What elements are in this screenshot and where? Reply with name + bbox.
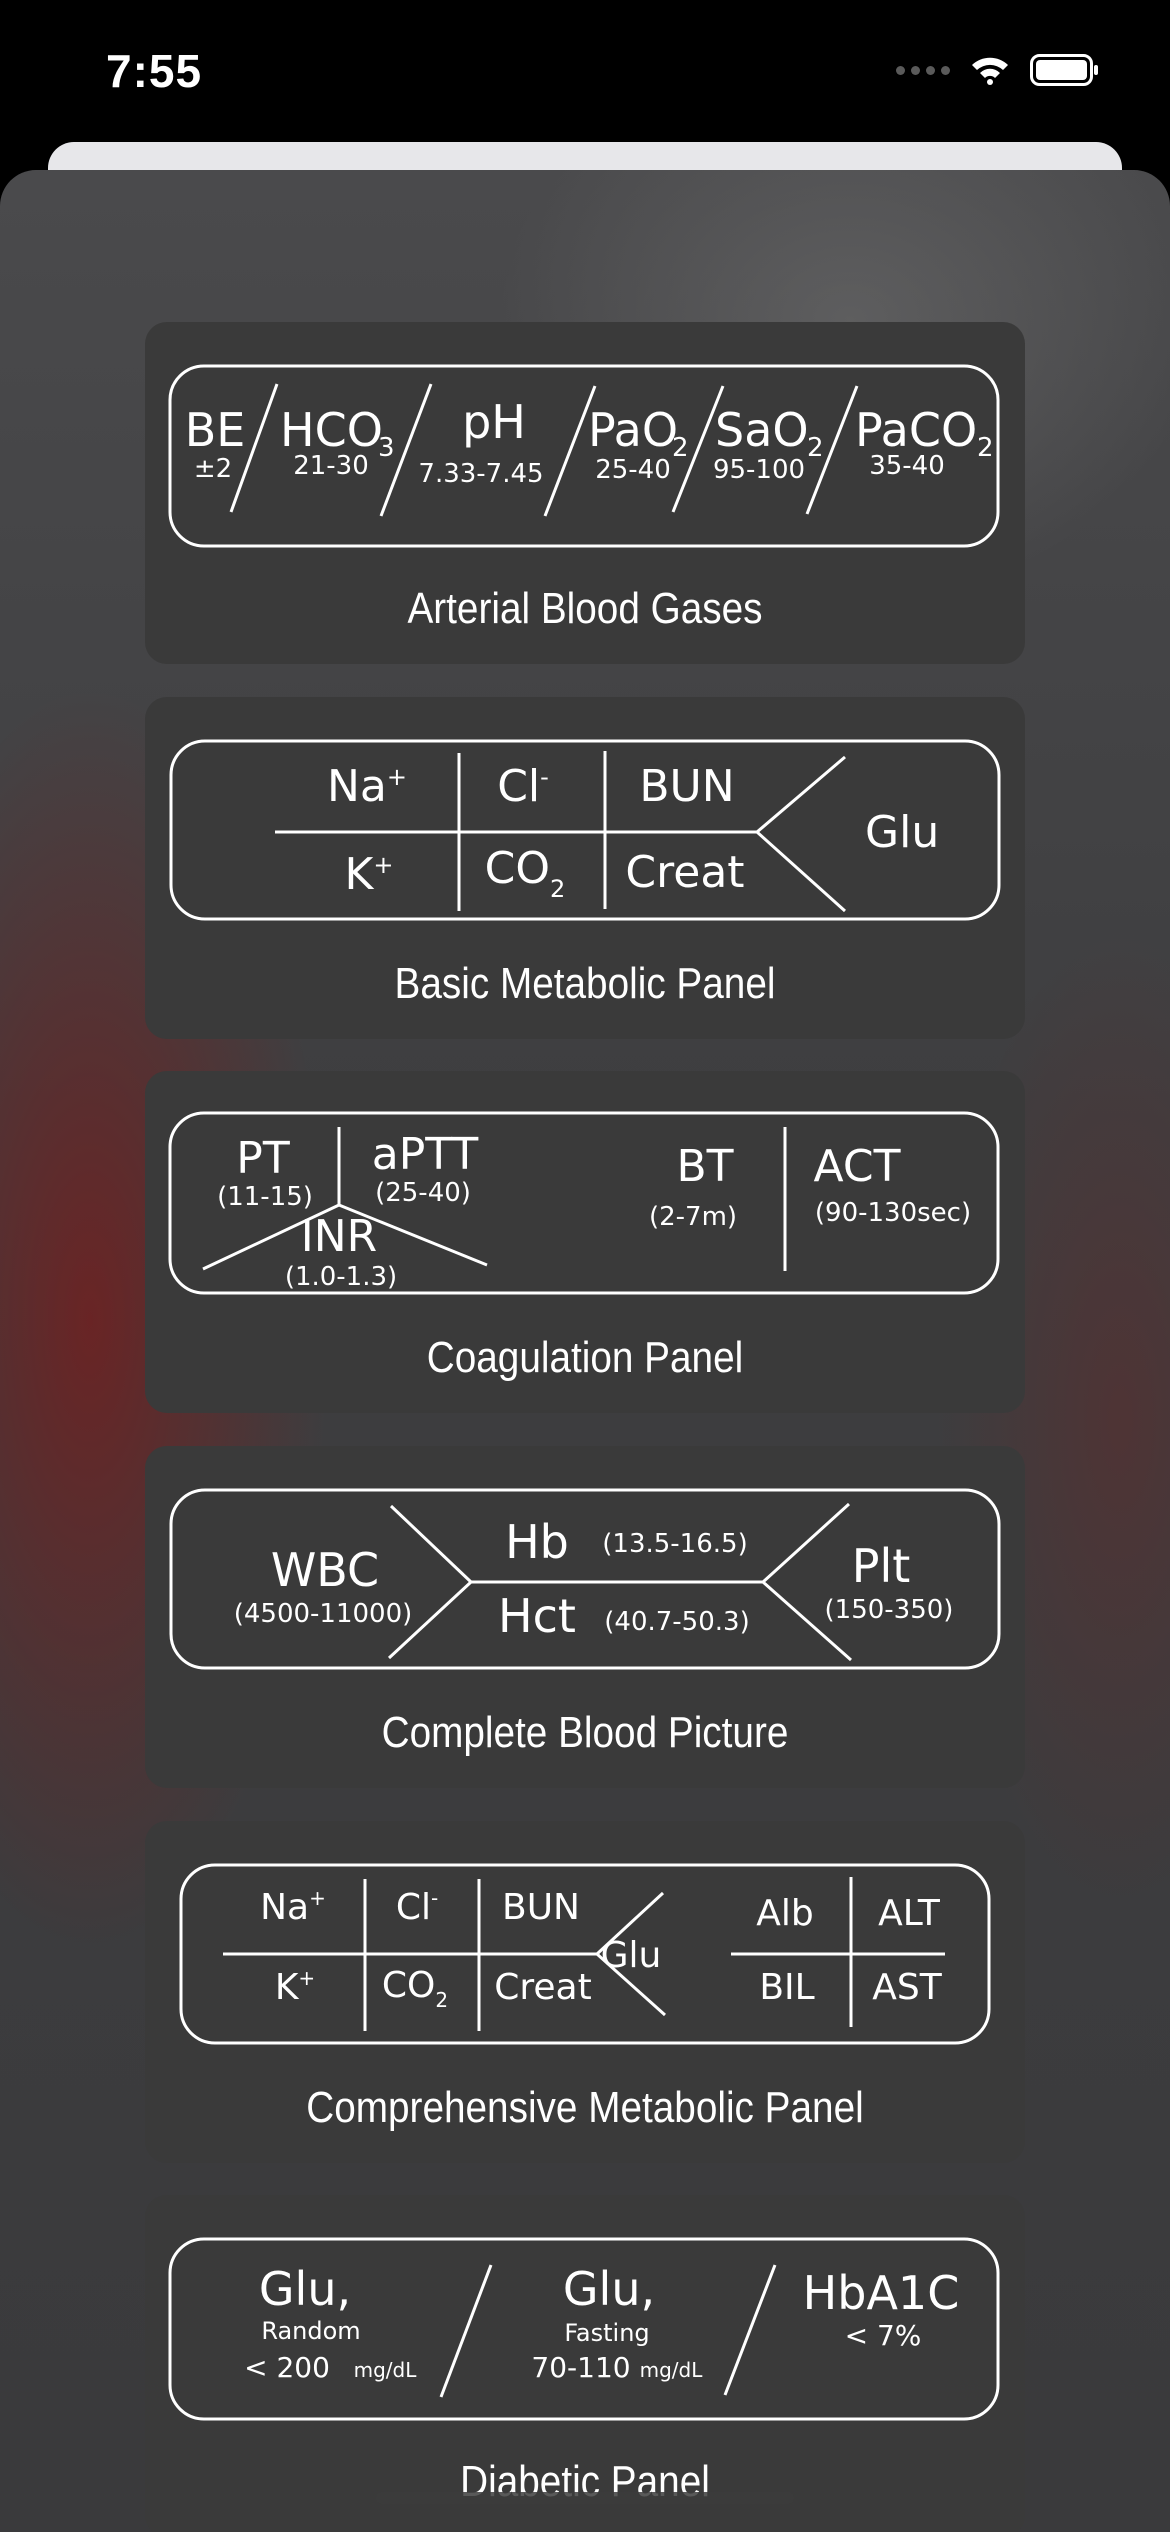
diabetic-glu-fasting: Glu, <box>563 2262 655 2316</box>
card-title: Coagulation Panel <box>426 1333 744 1382</box>
card-title: Arterial Blood Gases <box>407 584 763 633</box>
bmp-bun: BUN <box>639 761 734 812</box>
abg-pao2-sub: 2 <box>672 433 689 463</box>
cbc-hb: Hb <box>505 1515 569 1569</box>
cbc-hct-range: (40.7-50.3) <box>604 1607 749 1637</box>
coag-act: ACT <box>814 1141 901 1192</box>
diabetic-hba1c-value: < 7% <box>845 2319 922 2352</box>
home-indicator[interactable] <box>376 2492 794 2504</box>
cmp-cl: Cl- <box>396 1886 438 1928</box>
diabetic-fasting-label: Fasting <box>564 2319 649 2347</box>
status-icons <box>896 54 1100 86</box>
card-comprehensive-metabolic-panel[interactable]: Na+ K+ Cl- CO2 BUN Creat Glu Alb ALT BIL… <box>145 1821 1025 2163</box>
diabetic-fasting-value: 70-110 <box>531 2351 630 2384</box>
cbc-plt: Plt <box>852 1539 911 1593</box>
coag-aptt-range: (25-40) <box>375 1178 471 1208</box>
card-arterial-blood-gases[interactable]: BE ±2 HCO 3 21-30 pH 7.33-7.45 PaO 2 25-… <box>145 322 1025 664</box>
bmp-creat: Creat <box>625 847 744 898</box>
card-title: Complete Blood Picture <box>381 1708 789 1757</box>
cmp-ast: AST <box>872 1967 942 2008</box>
diabetic-hba1c: HbA1C <box>803 2266 960 2320</box>
cbc-hb-range: (13.5-16.5) <box>602 1529 747 1559</box>
abg-paco2: PaCO <box>855 403 977 457</box>
bmp-co2: CO2 <box>485 843 566 903</box>
abg-paco2-sub: 2 <box>977 433 994 463</box>
cbc-wbc-range: (4500-11000) <box>234 1599 413 1629</box>
abg-hco3: HCO <box>280 403 383 457</box>
cbc-plt-range: (150-350) <box>825 1595 954 1625</box>
abg-pao2-range: 25-40 <box>595 455 671 485</box>
abg-diagram: BE ±2 HCO 3 21-30 pH 7.33-7.45 PaO 2 25-… <box>168 364 1000 548</box>
diabetic-random-label: Random <box>261 2317 360 2345</box>
cmp-bil: BIL <box>759 1967 814 2008</box>
wifi-icon <box>972 57 1008 85</box>
bmp-k: K+ <box>345 849 394 900</box>
cmp-alb: Alb <box>756 1893 813 1934</box>
coag-pt: PT <box>236 1133 290 1184</box>
cbc-diagram: WBC (4500-11000) Hb (13.5-16.5) Hct (40.… <box>169 1488 1001 1670</box>
diabetic-random-unit: mg/dL <box>354 2358 418 2382</box>
abg-hco3-sub: 3 <box>378 433 395 463</box>
cmp-glu: Glu <box>601 1935 662 1976</box>
bmp-na: Na+ <box>327 761 407 812</box>
coag-aptt: aPTT <box>372 1129 479 1180</box>
bmp-cl: Cl- <box>497 761 549 812</box>
coag-bt: BT <box>676 1141 733 1192</box>
coag-diagram: PT (11-15) aPTT (25-40) INR (1.0-1.3) BT… <box>168 1111 1000 1295</box>
coag-pt-range: (11-15) <box>217 1182 313 1212</box>
signal-dots-icon <box>896 65 950 75</box>
diabetic-diagram: Glu, Random < 200 mg/dL Glu, Fasting 70-… <box>168 2237 1000 2421</box>
coag-inr: INR <box>301 1211 377 1262</box>
abg-hco3-range: 21-30 <box>293 451 369 481</box>
card-title: Basic Metabolic Panel <box>394 959 776 1008</box>
abg-pao2: PaO <box>588 403 678 457</box>
bmp-glu: Glu <box>865 807 939 858</box>
card-complete-blood-picture[interactable]: WBC (4500-11000) Hb (13.5-16.5) Hct (40.… <box>145 1446 1025 1788</box>
coag-act-range: (90-130sec) <box>815 1198 971 1228</box>
status-bar: 7:55 <box>0 0 1170 150</box>
abg-ph-range: 7.33-7.45 <box>418 459 543 489</box>
diabetic-random-value: < 200 <box>244 2351 330 2384</box>
abg-sao2-range: 95-100 <box>713 455 805 485</box>
abg-paco2-range: 35-40 <box>869 451 945 481</box>
diabetic-glu-random: Glu, <box>259 2262 351 2316</box>
modal-sheet[interactable]: BE ±2 HCO 3 21-30 pH 7.33-7.45 PaO 2 25-… <box>0 170 1170 2532</box>
status-time: 7:55 <box>106 45 203 97</box>
coag-bt-range: (2-7m) <box>649 1202 737 1232</box>
cbc-wbc: WBC <box>271 1543 379 1597</box>
bmp-diagram: Na+ K+ Cl- CO2 BUN Creat Glu <box>169 739 1001 921</box>
cmp-k: K+ <box>275 1966 315 2008</box>
cmp-alt: ALT <box>878 1893 941 1934</box>
abg-be-range: ±2 <box>194 454 232 484</box>
abg-sao2: SaO <box>715 403 809 457</box>
cmp-na: Na+ <box>260 1886 326 1928</box>
cmp-bun: BUN <box>502 1887 580 1928</box>
abg-ph: pH <box>462 395 526 449</box>
cbc-hct: Hct <box>498 1589 576 1643</box>
cmp-creat: Creat <box>494 1967 591 2008</box>
abg-sao2-sub: 2 <box>807 433 824 463</box>
card-title: Comprehensive Metabolic Panel <box>306 2083 864 2132</box>
battery-icon <box>1030 54 1098 86</box>
card-basic-metabolic-panel[interactable]: Na+ K+ Cl- CO2 BUN Creat Glu Basic Metab… <box>145 697 1025 1039</box>
cmp-co2: CO2 <box>382 1965 448 2012</box>
diabetic-fasting-unit: mg/dL <box>640 2358 704 2382</box>
card-diabetic-panel[interactable]: Glu, Random < 200 mg/dL Glu, Fasting 70-… <box>145 2195 1025 2532</box>
cmp-diagram: Na+ K+ Cl- CO2 BUN Creat Glu Alb ALT BIL… <box>179 1863 991 2045</box>
abg-be: BE <box>185 403 246 457</box>
card-coagulation-panel[interactable]: PT (11-15) aPTT (25-40) INR (1.0-1.3) BT… <box>145 1071 1025 1413</box>
coag-inr-range: (1.0-1.3) <box>285 1262 397 1292</box>
